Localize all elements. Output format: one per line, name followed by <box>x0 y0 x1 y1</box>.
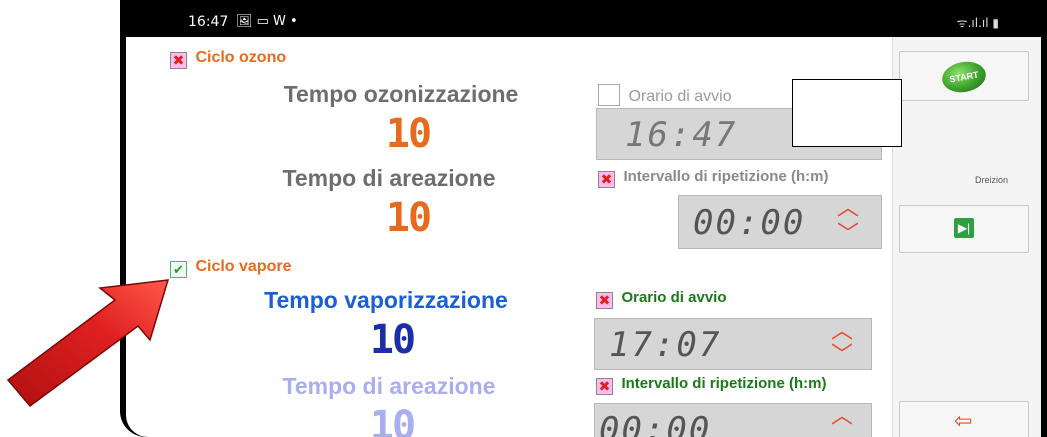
ozone-repeat-row[interactable]: ✖ Intervallo di ripetizione (h:m) <box>598 168 829 188</box>
ozone-cycle-label: Ciclo ozono <box>195 49 287 66</box>
steam-repeat-label: Intervallo di ripetizione (h:m) <box>621 375 827 392</box>
status-bar: 16:47 🖼 ▭ W • ᯤ.ıl.ıl ▮ <box>126 10 1047 36</box>
vaporization-time-value[interactable]: 10 <box>362 317 422 363</box>
steam-cycle-label: Ciclo vapore <box>195 258 292 275</box>
ozone-start-time-value: 16:47 <box>625 115 738 155</box>
ozone-start-time-label: Orario di avvio <box>628 88 732 105</box>
ozone-repeat-checkbox[interactable]: ✖ <box>598 171 615 188</box>
steam-start-time-box[interactable]: 17:07 ︿ ﹀ <box>594 318 872 370</box>
start-button[interactable]: START <box>899 51 1029 101</box>
back-arrow-icon: ⇦ <box>954 408 973 433</box>
back-button[interactable]: ⇦ <box>899 401 1029 437</box>
steam-repeat-row[interactable]: ✖ Intervallo di ripetizione (h:m) <box>596 375 827 395</box>
steam-repeat-value: 00:00 <box>599 410 712 437</box>
x-mark-icon: ✖ <box>598 292 611 308</box>
vaporization-time-label: Tempo vaporizzazione <box>264 287 508 313</box>
steam-start-time-value: 17:07 <box>609 325 722 365</box>
sidebar-partial-label: Dreizion <box>975 175 1009 185</box>
ozone-aeration-time-label: Tempo di areazione <box>282 165 496 191</box>
steam-repeat-checkbox[interactable]: ✖ <box>596 378 613 395</box>
ozonation-time-value[interactable]: 10 <box>378 111 438 157</box>
right-sidebar: START Dreizion ▶| ⇦ <box>892 37 1041 437</box>
spin-up-icon[interactable]: ︿ <box>837 197 859 219</box>
steam-aeration-time-value[interactable]: 10 <box>362 403 422 437</box>
steam-start-time-label: Orario di avvio <box>621 289 727 306</box>
blank-overlay-box <box>792 79 902 147</box>
x-mark-icon: ✖ <box>600 171 613 187</box>
steam-aeration-time-label: Tempo di areazione <box>282 373 496 399</box>
spin-up-icon[interactable]: ︿ <box>831 405 853 427</box>
app-screen: ✖ Ciclo ozono Tempo ozonizzazione 10 Tem… <box>126 37 1041 437</box>
ozone-start-time-checkbox[interactable] <box>598 84 620 106</box>
steam-start-time-row[interactable]: ✖ Orario di avvio <box>596 289 727 309</box>
spin-down-icon[interactable]: ﹀ <box>837 223 859 245</box>
start-icon: START <box>939 58 989 96</box>
spin-down-icon[interactable]: ﹀ <box>831 344 853 366</box>
red-pointer-arrow-icon <box>6 279 170 408</box>
ozone-repeat-label: Intervallo di ripetizione (h:m) <box>623 168 829 185</box>
steam-start-time-checkbox[interactable]: ✖ <box>596 292 613 309</box>
spin-up-icon[interactable]: ︿ <box>831 320 853 342</box>
ozone-repeat-value: 00:00 <box>693 203 806 243</box>
status-icons-left: 🖼 ▭ W • <box>236 14 298 29</box>
skip-button[interactable]: ▶| <box>899 205 1029 253</box>
skip-forward-icon: ▶| <box>954 218 974 238</box>
ozone-start-time-row[interactable]: Orario di avvio <box>598 79 732 106</box>
ozone-repeat-box[interactable]: 00:00 ︿ ﹀ <box>678 195 882 249</box>
status-icons-right: ᯤ.ıl.ıl ▮ <box>956 16 999 30</box>
x-mark-icon: ✖ <box>598 378 611 394</box>
ozone-aeration-time-value[interactable]: 10 <box>378 195 438 241</box>
ozonation-time-label: Tempo ozonizzazione <box>283 81 519 107</box>
steam-repeat-box[interactable]: 00:00 ︿ <box>594 403 872 437</box>
